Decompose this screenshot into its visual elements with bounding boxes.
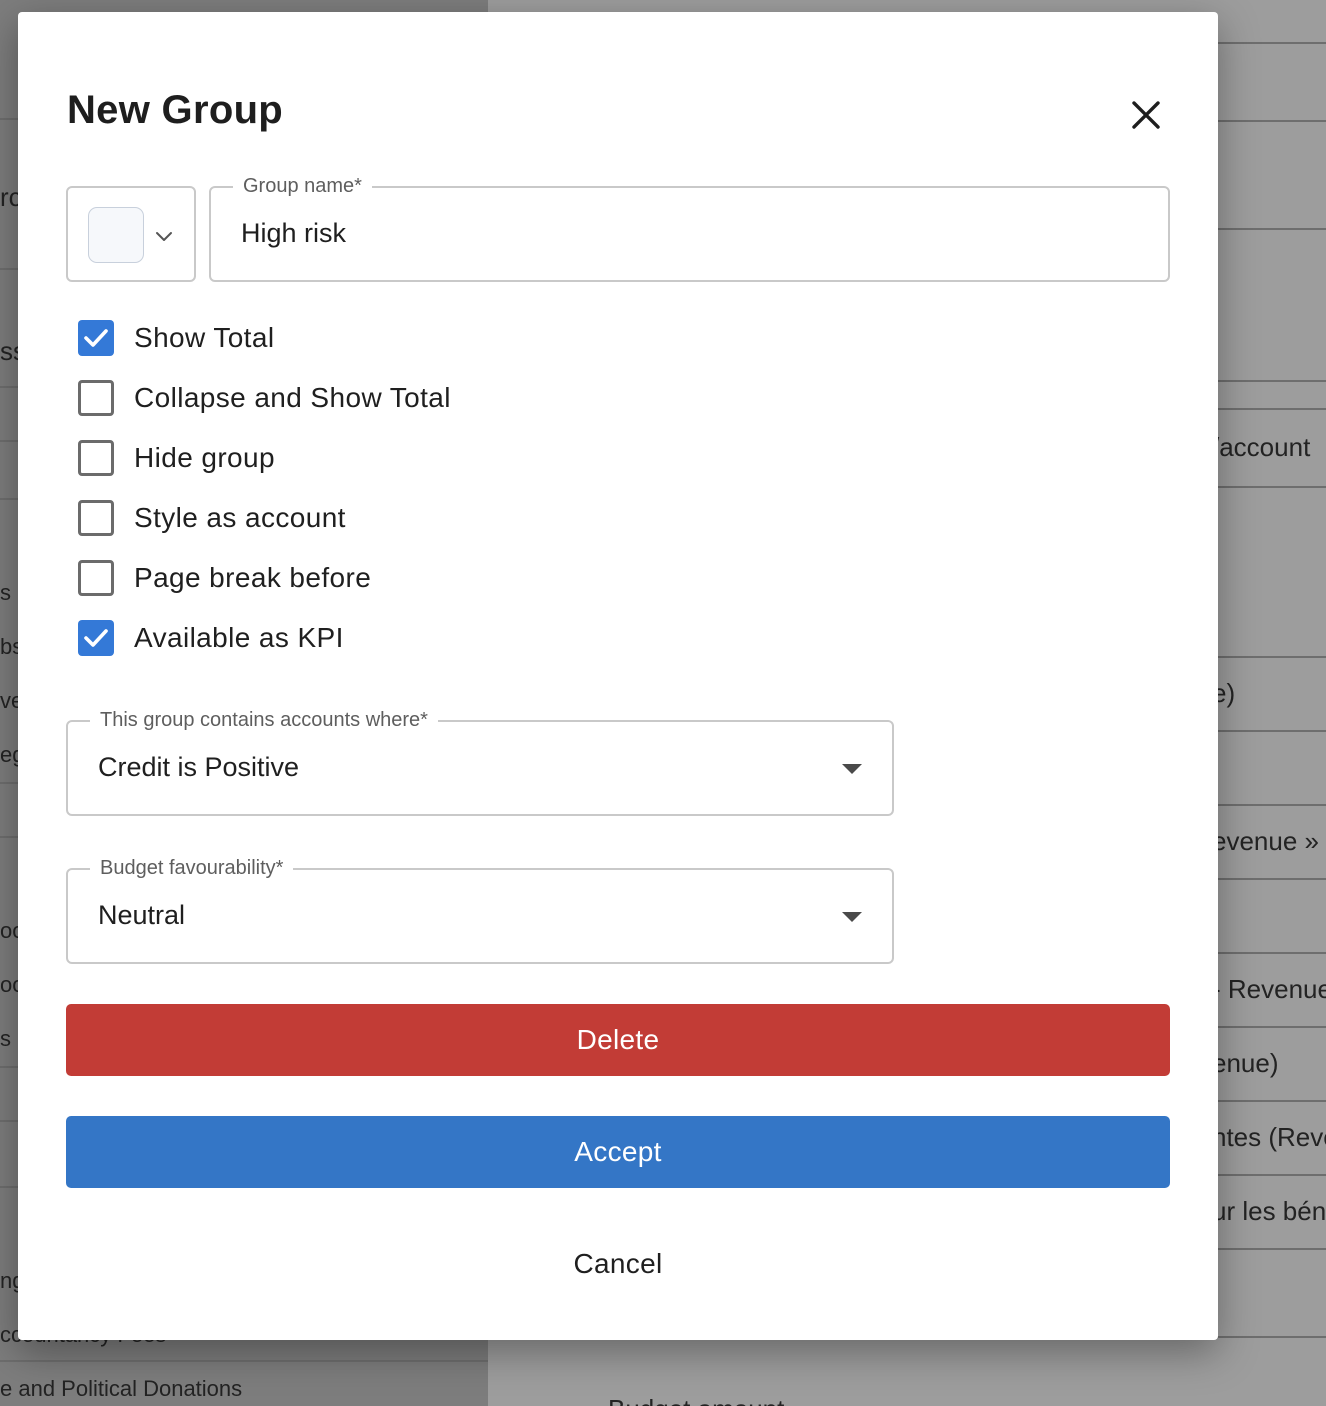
check-icon <box>84 329 108 347</box>
checkbox-label: Hide group <box>134 442 275 473</box>
contains-accounts-value: Credit is Positive <box>98 752 300 782</box>
budget-favourability-label: Budget favourability* <box>90 855 294 881</box>
bg-divider <box>1218 952 1326 954</box>
bg-divider <box>1218 228 1326 230</box>
bg-text: ur les bén <box>1212 1196 1326 1226</box>
bg-text: s <box>0 1026 11 1051</box>
bg-text: /account <box>1212 432 1311 462</box>
checkbox-box[interactable] <box>78 440 114 476</box>
accept-button[interactable]: Accept <box>66 1116 1170 1188</box>
bg-divider <box>1218 1100 1326 1102</box>
bg-divider <box>1218 878 1326 880</box>
color-swatch <box>88 207 144 263</box>
budget-favourability-value: Neutral <box>98 900 186 930</box>
contains-accounts-label: This group contains accounts where* <box>90 707 438 733</box>
close-button[interactable] <box>1123 92 1169 138</box>
bg-text: Budget amount <box>608 1394 784 1406</box>
new-group-dialog: New Group Group name* Show Total Collaps… <box>18 12 1218 1340</box>
bg-divider <box>1218 804 1326 806</box>
bg-text: evenue » <box>1212 826 1319 856</box>
cancel-button[interactable]: Cancel <box>66 1228 1170 1300</box>
bg-divider <box>1218 1174 1326 1176</box>
chevron-down-icon <box>156 232 172 241</box>
bg-divider <box>1218 1248 1326 1250</box>
dialog-title: New Group <box>67 88 284 132</box>
check-icon <box>84 629 108 647</box>
checkbox-label: Show Total <box>134 322 275 353</box>
group-name-label: Group name* <box>233 173 372 199</box>
checkbox-label: Page break before <box>134 562 372 593</box>
checkbox-box[interactable] <box>78 560 114 596</box>
bg-divider <box>1218 730 1326 732</box>
bg-divider <box>1218 1336 1326 1338</box>
bg-divider <box>1218 486 1326 488</box>
group-name-input[interactable] <box>241 214 1121 252</box>
bg-text: e and Political Donations <box>0 1376 243 1401</box>
delete-button[interactable]: Delete <box>66 1004 1170 1076</box>
bg-divider <box>1218 42 1326 44</box>
bg-divider <box>1218 380 1326 382</box>
bg-divider <box>1218 408 1326 410</box>
checkbox-label: Available as KPI <box>134 622 344 653</box>
checkbox-box[interactable] <box>78 620 114 656</box>
bg-text: ntes (Reve <box>1212 1122 1326 1152</box>
group-name-field[interactable]: Group name* <box>209 173 1170 282</box>
bg-divider <box>1218 656 1326 658</box>
bg-text: - Revenue <box>1212 974 1326 1004</box>
checkbox-label: Collapse and Show Total <box>134 382 451 413</box>
budget-favourability-select[interactable]: Budget favourability* Neutral <box>66 855 894 964</box>
caret-down-icon <box>842 912 862 922</box>
checkbox-box[interactable] <box>78 500 114 536</box>
bg-text: enue) <box>1212 1048 1279 1078</box>
bg-divider <box>0 1360 488 1362</box>
checkbox-box[interactable] <box>78 380 114 416</box>
bg-divider <box>1218 1026 1326 1028</box>
contains-accounts-select[interactable]: This group contains accounts where* Cred… <box>66 707 894 816</box>
close-icon <box>1132 101 1160 129</box>
bg-divider <box>1218 120 1326 122</box>
color-picker-button[interactable] <box>66 186 196 282</box>
checkbox-label: Style as account <box>134 502 346 533</box>
caret-down-icon <box>842 764 862 774</box>
bg-text: s <box>0 580 11 605</box>
checkbox-box[interactable] <box>78 320 114 356</box>
